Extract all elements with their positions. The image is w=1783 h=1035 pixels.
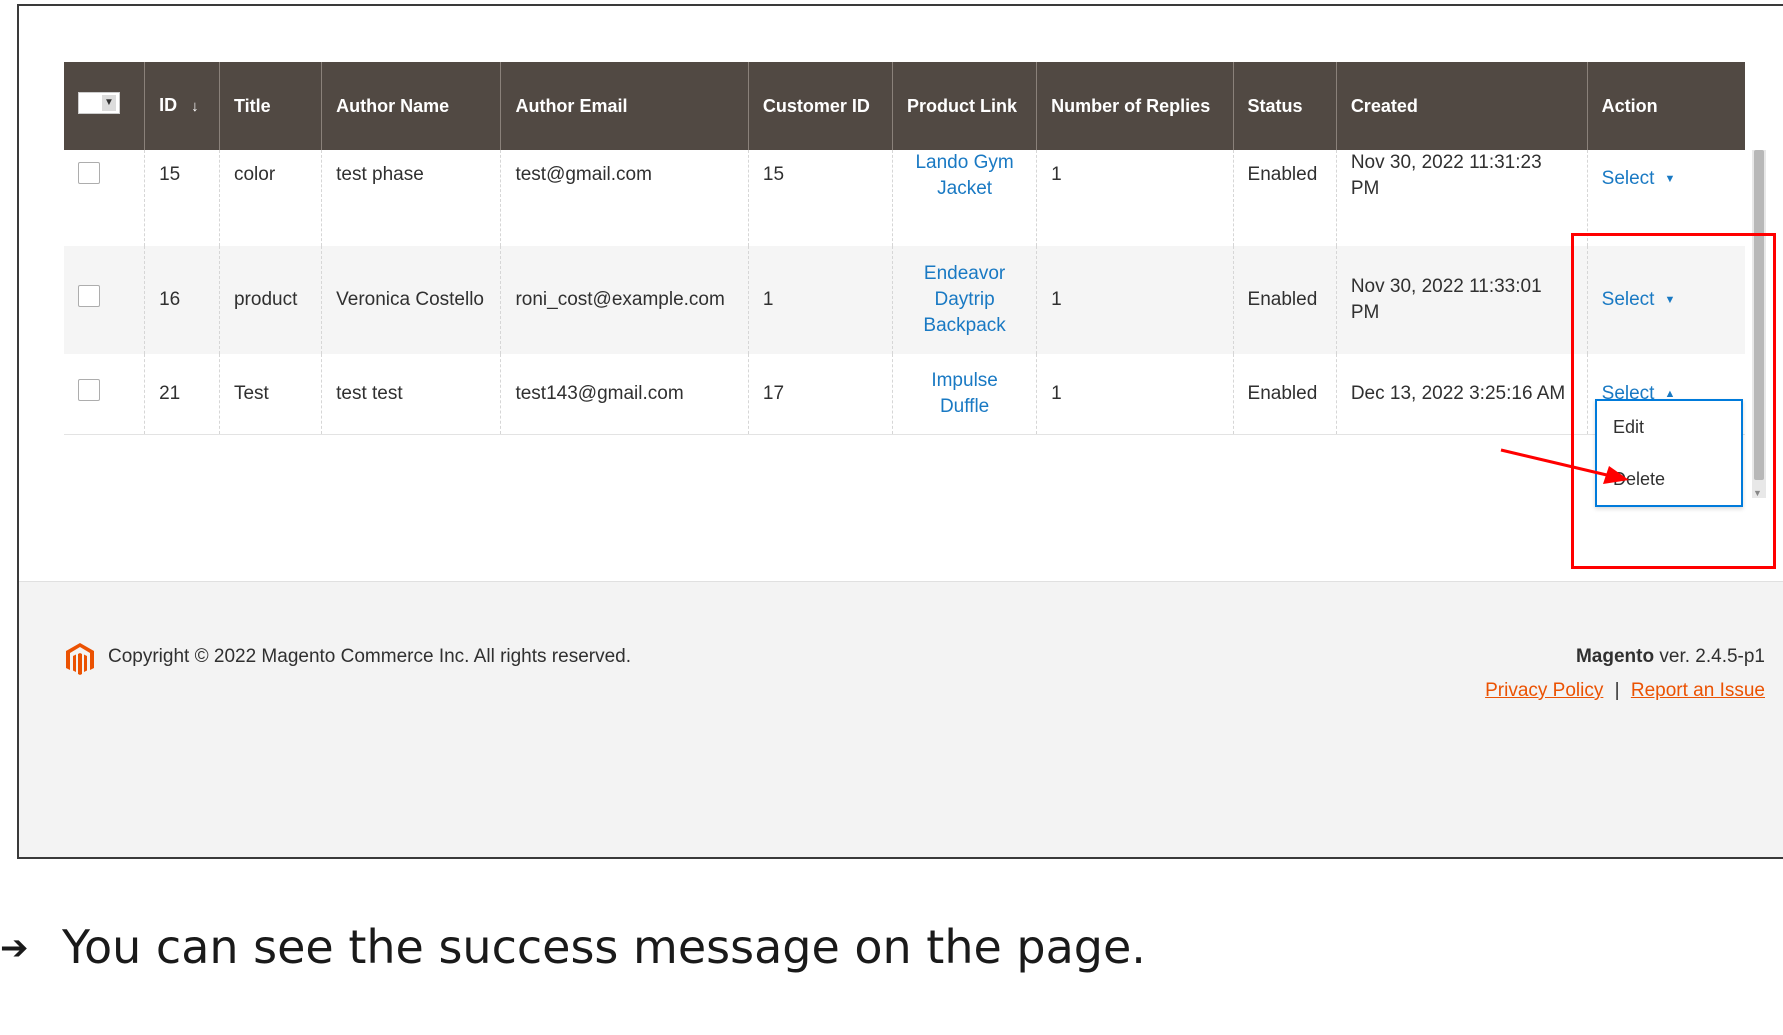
cell-created: Dec 13, 2022 3:25:16 AM [1335,354,1588,435]
page-footer: Copyright © 2022 Magento Commerce Inc. A… [19,581,1783,857]
link-separator: | [1614,680,1620,701]
column-header-status[interactable]: Status [1232,62,1337,150]
cell-title: color [218,150,322,246]
magento-logo-icon [66,643,94,675]
chevron-down-icon[interactable]: ▼ [102,94,116,111]
row-checkbox-cell[interactable] [64,246,145,354]
caption-text: You can see the success message on the p… [62,920,1146,974]
cell-replies: 1 [1036,354,1234,435]
cell-customer-id: 17 [747,354,893,435]
column-header-product-link[interactable]: Product Link [892,62,1037,150]
mass-select-checkbox[interactable]: ▼ [78,91,120,114]
column-header-action: Action [1586,62,1745,150]
copyright-text: Copyright © 2022 Magento Commerce Inc. A… [108,646,632,667]
cell-author-email: roni_cost@example.com [500,246,749,354]
cell-id: 16 [144,246,220,354]
report-issue-link[interactable]: Report an Issue [1631,680,1765,701]
column-header-title[interactable]: Title [218,62,322,150]
annotation-highlight-box [1571,233,1776,569]
cell-status: Enabled [1232,150,1337,246]
sort-arrow-icon[interactable]: ↓ [191,98,199,115]
cell-status: Enabled [1232,354,1337,435]
footer-links: Privacy Policy | Report an Issue [1485,680,1765,702]
row-checkbox[interactable] [78,285,100,307]
version-info: Magento ver. 2.4.5-p1 [1576,646,1765,668]
column-header-customer-id[interactable]: Customer ID [747,62,893,150]
annotation-arrow-icon [1500,448,1629,484]
screenshot-frame: ▼ ID ↓ Title Author Name Author Email Cus… [17,4,1783,859]
product-link[interactable]: Lando Gym Jacket [892,150,1037,246]
cell-created: Nov 30, 2022 11:33:01 PM [1335,246,1588,354]
cell-status: Enabled [1232,246,1337,354]
caret-down-icon[interactable]: ▼ [1664,173,1675,185]
cell-title: product [218,246,322,354]
row-checkbox[interactable] [78,378,100,401]
cell-action: Select ▼ [1586,150,1745,246]
table-row: 16 product Veronica Costello roni_cost@e… [64,246,1745,354]
reviews-grid: ▼ ID ↓ Title Author Name Author Email Cus… [64,62,1745,435]
table-row: 15 color test phase test@gmail.com 15 La… [64,150,1745,246]
product-link[interactable]: Impulse Duffle [892,354,1037,435]
cell-title: Test [218,354,322,435]
grid-header-row: ▼ ID ↓ Title Author Name Author Email Cus… [64,62,1745,150]
column-header-created[interactable]: Created [1335,62,1588,150]
privacy-policy-link[interactable]: Privacy Policy [1485,680,1603,701]
cell-id: 21 [144,354,220,435]
product-link[interactable]: Endeavor Daytrip Backpack [892,246,1037,354]
version-text: ver. 2.4.5-p1 [1654,646,1765,667]
cell-id: 15 [144,150,220,246]
cell-customer-id: 15 [747,150,893,246]
column-header-author-name[interactable]: Author Name [321,62,501,150]
cell-created: Nov 30, 2022 11:31:23 PM [1335,150,1588,246]
row-checkbox-cell[interactable] [64,354,145,435]
column-header-author-email[interactable]: Author Email [500,62,749,150]
arrow-bullet-icon: ➔ [0,928,29,968]
cell-replies: 1 [1036,150,1234,246]
brand-name: Magento [1575,646,1655,667]
cell-author-email: test@gmail.com [500,150,749,246]
cell-author-email: test143@gmail.com [500,354,749,435]
mass-select-header[interactable]: ▼ [64,62,145,150]
row-checkbox-cell[interactable] [64,150,145,246]
column-header-replies[interactable]: Number of Replies [1036,62,1234,150]
cell-replies: 1 [1036,246,1234,354]
cell-author-name: Veronica Costello [321,246,501,354]
cell-author-name: test test [321,354,501,435]
table-row: 21 Test test test test143@gmail.com 17 I… [64,354,1745,435]
action-select[interactable]: Select ▼ [1602,166,1676,192]
row-checkbox[interactable] [78,162,100,184]
cell-author-name: test phase [321,150,501,246]
instruction-caption: ➔ You can see the success message on the … [0,920,1146,974]
cell-customer-id: 1 [747,246,893,354]
column-header-id[interactable]: ID ↓ [144,62,220,150]
